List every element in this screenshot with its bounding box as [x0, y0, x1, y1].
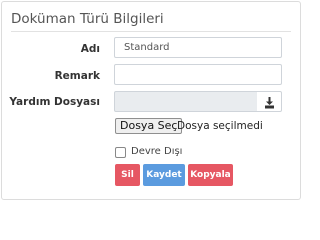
inactive-checkbox[interactable] [115, 147, 126, 158]
inactive-label: Devre Dışı [131, 146, 183, 157]
save-button[interactable]: Kaydet [143, 164, 185, 186]
delete-button[interactable]: Sil [115, 164, 140, 186]
remark-label: Remark [54, 70, 100, 82]
help-file-input[interactable] [114, 91, 258, 112]
name-input[interactable] [114, 37, 282, 58]
remark-input[interactable] [114, 64, 282, 85]
download-button[interactable] [257, 91, 282, 112]
download-icon [265, 97, 274, 109]
choose-file-button[interactable]: Dosya Seç [115, 118, 183, 134]
panel-title: Doküman Türü Bilgileri [11, 11, 164, 27]
help-file-label: Yardım Dosyası [9, 96, 100, 108]
copy-button[interactable]: Kopyala [188, 164, 233, 186]
title-divider [11, 31, 291, 32]
name-label: Adı [80, 43, 100, 55]
file-status-text: Dosya seçilmedi [177, 120, 263, 132]
